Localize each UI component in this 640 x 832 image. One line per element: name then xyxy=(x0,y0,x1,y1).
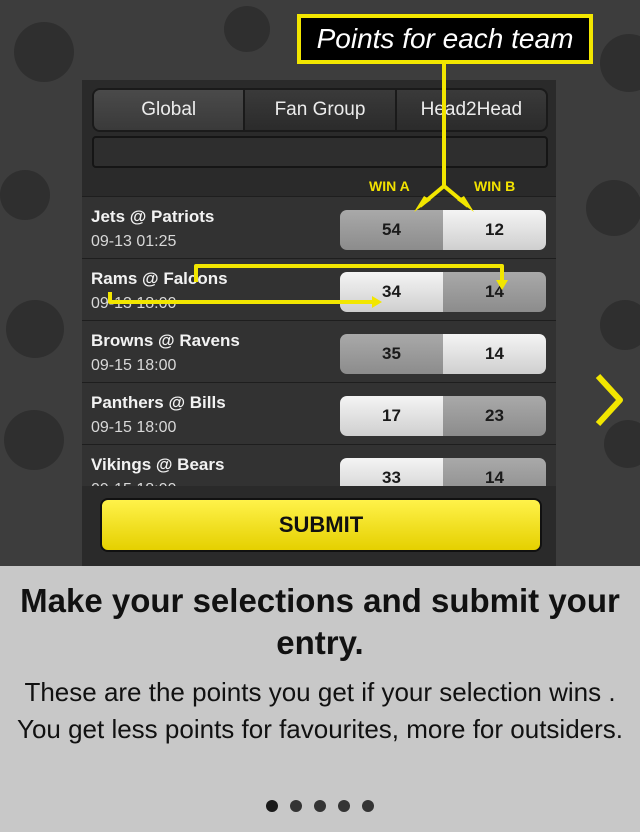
info-panel: Make your selections and submit your ent… xyxy=(0,566,640,832)
annotation-arrows xyxy=(108,64,508,308)
page-dot[interactable] xyxy=(362,800,374,812)
info-body: These are the points you get if your sel… xyxy=(16,677,623,744)
info-heading: Make your selections and submit your ent… xyxy=(20,582,620,661)
page-indicator xyxy=(0,800,640,812)
page-dot[interactable] xyxy=(338,800,350,812)
chevron-right-icon[interactable] xyxy=(592,370,626,430)
page-dot[interactable] xyxy=(290,800,302,812)
points-callout: Points for each team xyxy=(297,14,593,64)
page-dot[interactable] xyxy=(314,800,326,812)
page-dot-active[interactable] xyxy=(266,800,278,812)
